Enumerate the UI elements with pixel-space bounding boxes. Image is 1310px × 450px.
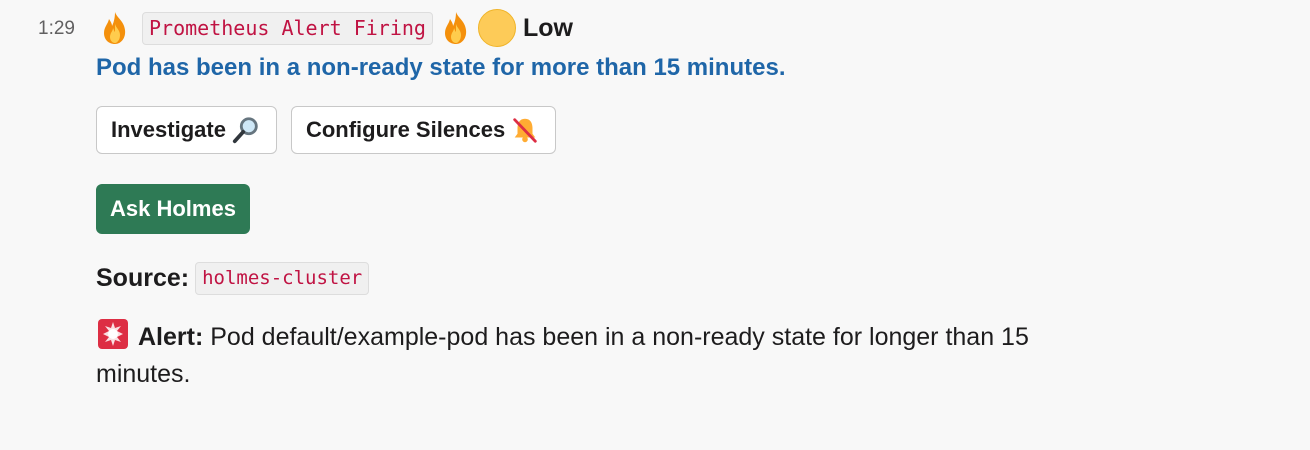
configure-silences-button-label: Configure Silences: [305, 117, 506, 142]
yellow-circle-icon: [477, 8, 517, 48]
action-buttons: Investigate Configure Silences: [96, 106, 1286, 154]
siren-icon: [96, 317, 130, 351]
investigate-button[interactable]: Investigate: [96, 106, 277, 154]
message-content: Prometheus Alert Firing Low Pod has been…: [96, 6, 1286, 393]
configure-silences-button[interactable]: Configure Silences: [290, 106, 557, 154]
magnifier-icon: [230, 114, 262, 146]
slack-message: 1:29 Prometheus Alert Firing Low Pod has…: [0, 0, 1310, 450]
ask-holmes-button[interactable]: Ask Holmes: [96, 184, 250, 234]
title-chip: Prometheus Alert Firing: [142, 11, 433, 45]
alert-text: Pod default/example-pod has been in a no…: [96, 323, 1029, 388]
fire-icon: [96, 8, 134, 48]
bell-slash-icon: [509, 114, 541, 146]
alert-subtitle: Pod has been in a non-ready state for mo…: [96, 54, 786, 81]
source-value: holmes-cluster: [195, 262, 370, 295]
alert-label: Alert:: [138, 323, 204, 351]
fire-icon: [437, 8, 475, 48]
message-timestamp[interactable]: 1:29: [38, 18, 75, 40]
alert-header: Prometheus Alert Firing Low: [96, 6, 1286, 50]
investigate-button-label: Investigate: [111, 117, 226, 142]
source-line: Source: holmes-cluster: [96, 262, 1286, 295]
source-label: Source:: [96, 264, 190, 292]
alert-description: Alert: Pod default/example-pod has been …: [96, 317, 1106, 393]
severity-label: Low: [522, 13, 573, 42]
